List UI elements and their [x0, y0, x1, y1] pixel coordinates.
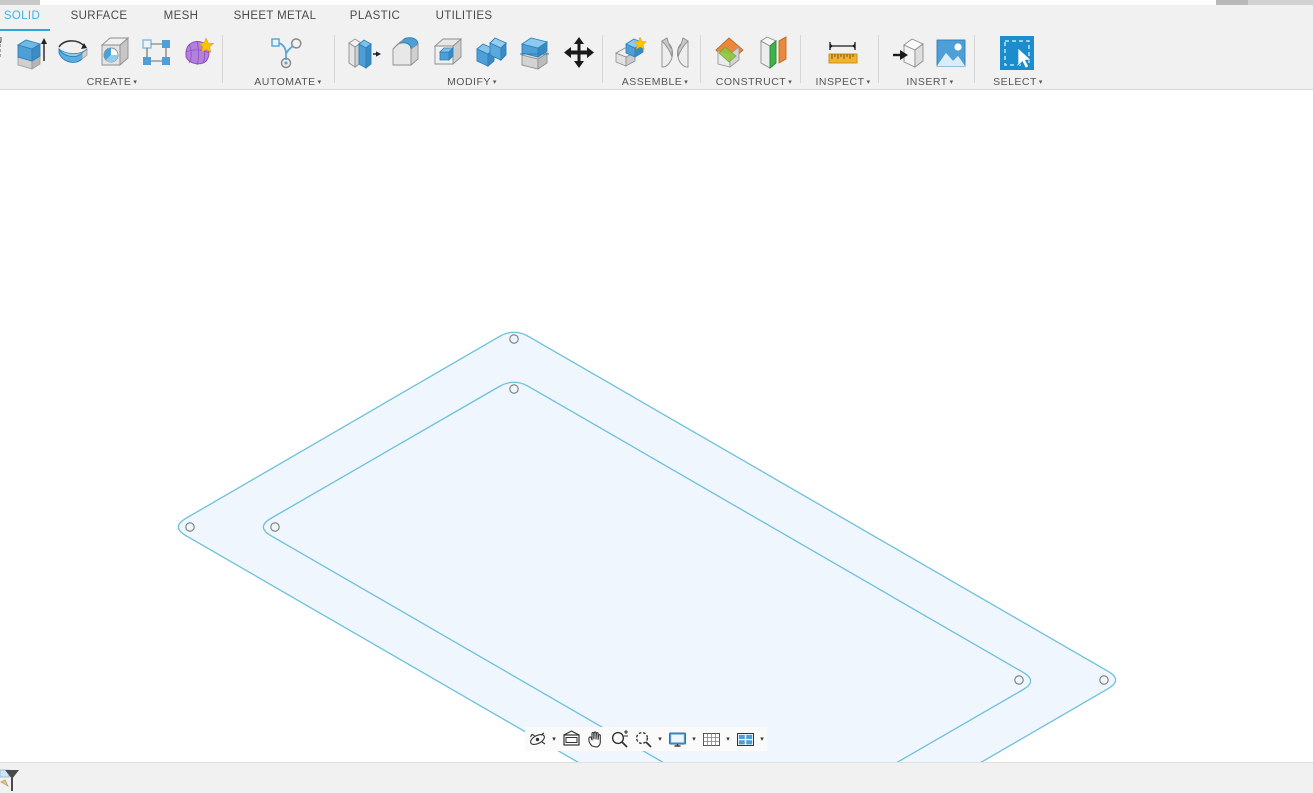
chevron-down-icon: ▾ — [866, 78, 871, 86]
ribbon-panel-assemble: ASSEMBLE ▾ — [608, 31, 702, 90]
panel-label-create[interactable]: CREATE ▾ — [0, 76, 236, 88]
pan-hand-icon — [587, 730, 601, 748]
chevron-down-icon: ▾ — [317, 78, 322, 86]
panel-label-text: AUTOMATE — [254, 76, 316, 88]
split-body-tool[interactable] — [516, 35, 554, 71]
ribbon-panel-insert: INSERT ▾ — [884, 31, 976, 90]
panel-separator — [878, 35, 879, 83]
rectangular-pattern-tool[interactable] — [138, 35, 176, 71]
panel-label-assemble[interactable]: ASSEMBLE ▾ — [608, 76, 702, 88]
move-copy-tool[interactable] — [560, 35, 598, 71]
orbit-button[interactable] — [525, 727, 549, 751]
status-bar — [0, 762, 1313, 793]
orbit-icon — [529, 732, 545, 745]
panel-label-text: ASSEMBLE — [621, 76, 683, 88]
zoom-icon — [611, 729, 628, 748]
insert-derive-tool[interactable] — [890, 35, 928, 71]
hole-tool[interactable] — [96, 35, 134, 71]
modeling-canvas[interactable] — [0, 90, 1313, 762]
ribbon-tab-surface[interactable]: SURFACE — [60, 5, 138, 31]
measure-tool[interactable] — [824, 35, 862, 71]
panel-separator — [800, 35, 801, 83]
panel-label-text: SELECT — [993, 76, 1037, 88]
ribbon-panel-modify: MODIFY ▾ — [340, 31, 604, 90]
panel-label-text: INSERT — [906, 76, 948, 88]
extrude-tool[interactable] — [10, 35, 48, 71]
viewports-icon — [736, 732, 754, 746]
timeline-marker-icon[interactable] — [0, 765, 24, 791]
ribbon-panel-construct: CONSTRUCT ▾ — [706, 31, 802, 90]
chevron-down-icon: ▾ — [684, 78, 689, 86]
ribbon-tab-bar: SOLID SURFACE MESH SHEET METAL PLASTIC UTILIT… — [0, 5, 1313, 31]
fillet-tool[interactable] — [388, 35, 426, 71]
ribbon-panel-inspect: INSPECT ▾ — [806, 31, 880, 90]
panel-label-text: CREATE — [86, 76, 132, 88]
grid-snaps-button[interactable] — [699, 727, 723, 751]
revolve-tool[interactable] — [54, 35, 92, 71]
chevron-down-icon: ▾ — [492, 78, 497, 86]
chevron-down-icon: ▾ — [1038, 78, 1043, 86]
automated-modeling-tool[interactable] — [268, 35, 306, 71]
view-navigation-bar: ▾ ▾ ▾ ▾ ▾ — [525, 727, 767, 751]
panel-separator — [700, 35, 701, 83]
chevron-down-icon: ▾ — [788, 78, 793, 86]
chevron-down-icon[interactable]: ▾ — [549, 727, 559, 751]
chevron-down-icon: ▾ — [949, 78, 954, 86]
panel-label-select[interactable]: SELECT ▾ — [980, 76, 1056, 88]
chevron-down-icon[interactable]: ▾ — [723, 727, 733, 751]
shell-tool[interactable] — [430, 35, 468, 71]
display-settings-button[interactable] — [665, 727, 689, 751]
plane-along-path-tool[interactable] — [754, 35, 792, 71]
panel-separator — [222, 35, 223, 83]
chevron-down-icon[interactable]: ▾ — [655, 727, 665, 751]
combine-tool[interactable] — [472, 35, 510, 71]
panel-label-automate[interactable]: AUTOMATE ▾ — [240, 76, 336, 88]
panel-label-modify[interactable]: MODIFY ▾ — [340, 76, 604, 88]
look-at-button[interactable] — [559, 727, 583, 751]
panel-label-inspect[interactable]: INSPECT ▾ — [806, 76, 880, 88]
joint-tool[interactable] — [656, 35, 694, 71]
ribbon-tab-plastic[interactable]: PLASTIC — [338, 5, 412, 31]
panel-label-construct[interactable]: CONSTRUCT ▾ — [706, 76, 802, 88]
offset-plane-tool[interactable] — [712, 35, 750, 71]
ribbon-tab-mesh[interactable]: MESH — [148, 5, 214, 31]
zoom-button[interactable] — [607, 727, 631, 751]
chevron-down-icon[interactable]: ▾ — [689, 727, 699, 751]
zoom-window-button[interactable] — [631, 727, 655, 751]
ribbon-panel-automate: AUTOMATE ▾ — [240, 31, 336, 90]
viewports-button[interactable] — [733, 727, 757, 751]
sketch-geometry — [177, 331, 1117, 762]
panel-separator — [334, 35, 335, 83]
ribbon-tab-utilities[interactable]: UTILITIES — [422, 5, 506, 31]
ribbon-panel-select: SELECT ▾ — [980, 31, 1056, 90]
panel-separator — [602, 35, 603, 83]
panel-label-insert[interactable]: INSERT ▾ — [884, 76, 976, 88]
zoom-window-icon — [635, 731, 652, 748]
ribbon-tab-sheet-metal[interactable]: SHEET METAL — [222, 5, 328, 31]
new-component-tool[interactable] — [612, 35, 650, 71]
chevron-down-icon[interactable]: ▾ — [757, 727, 767, 751]
panel-label-text: MODIFY — [447, 76, 491, 88]
look-at-icon — [562, 729, 580, 746]
panel-label-text: CONSTRUCT — [715, 76, 787, 88]
pan-button[interactable] — [583, 727, 607, 751]
monitor-icon — [668, 732, 686, 747]
ribbon-tab-solid[interactable]: SOLID — [0, 5, 50, 31]
panel-label-text: INSPECT — [815, 76, 865, 88]
ribbon-panel-create: CREATE ▾ — [0, 31, 236, 90]
select-tool[interactable] — [998, 35, 1036, 71]
panel-separator — [974, 35, 975, 83]
chevron-down-icon: ▾ — [133, 78, 138, 86]
press-pull-tool[interactable] — [344, 35, 382, 71]
grid-icon — [702, 732, 720, 746]
insert-canvas-tool[interactable] — [932, 35, 970, 71]
create-form-tool[interactable] — [180, 35, 218, 71]
fusion360-application-window: SOLID SURFACE MESH SHEET METAL PLASTIC UTILIT… — [0, 0, 1313, 793]
ribbon-toolbar: CREATE ▾ AUTOMATE ▾ MODIFY ▾ ASSEMBLE ▾ … — [0, 31, 1313, 90]
